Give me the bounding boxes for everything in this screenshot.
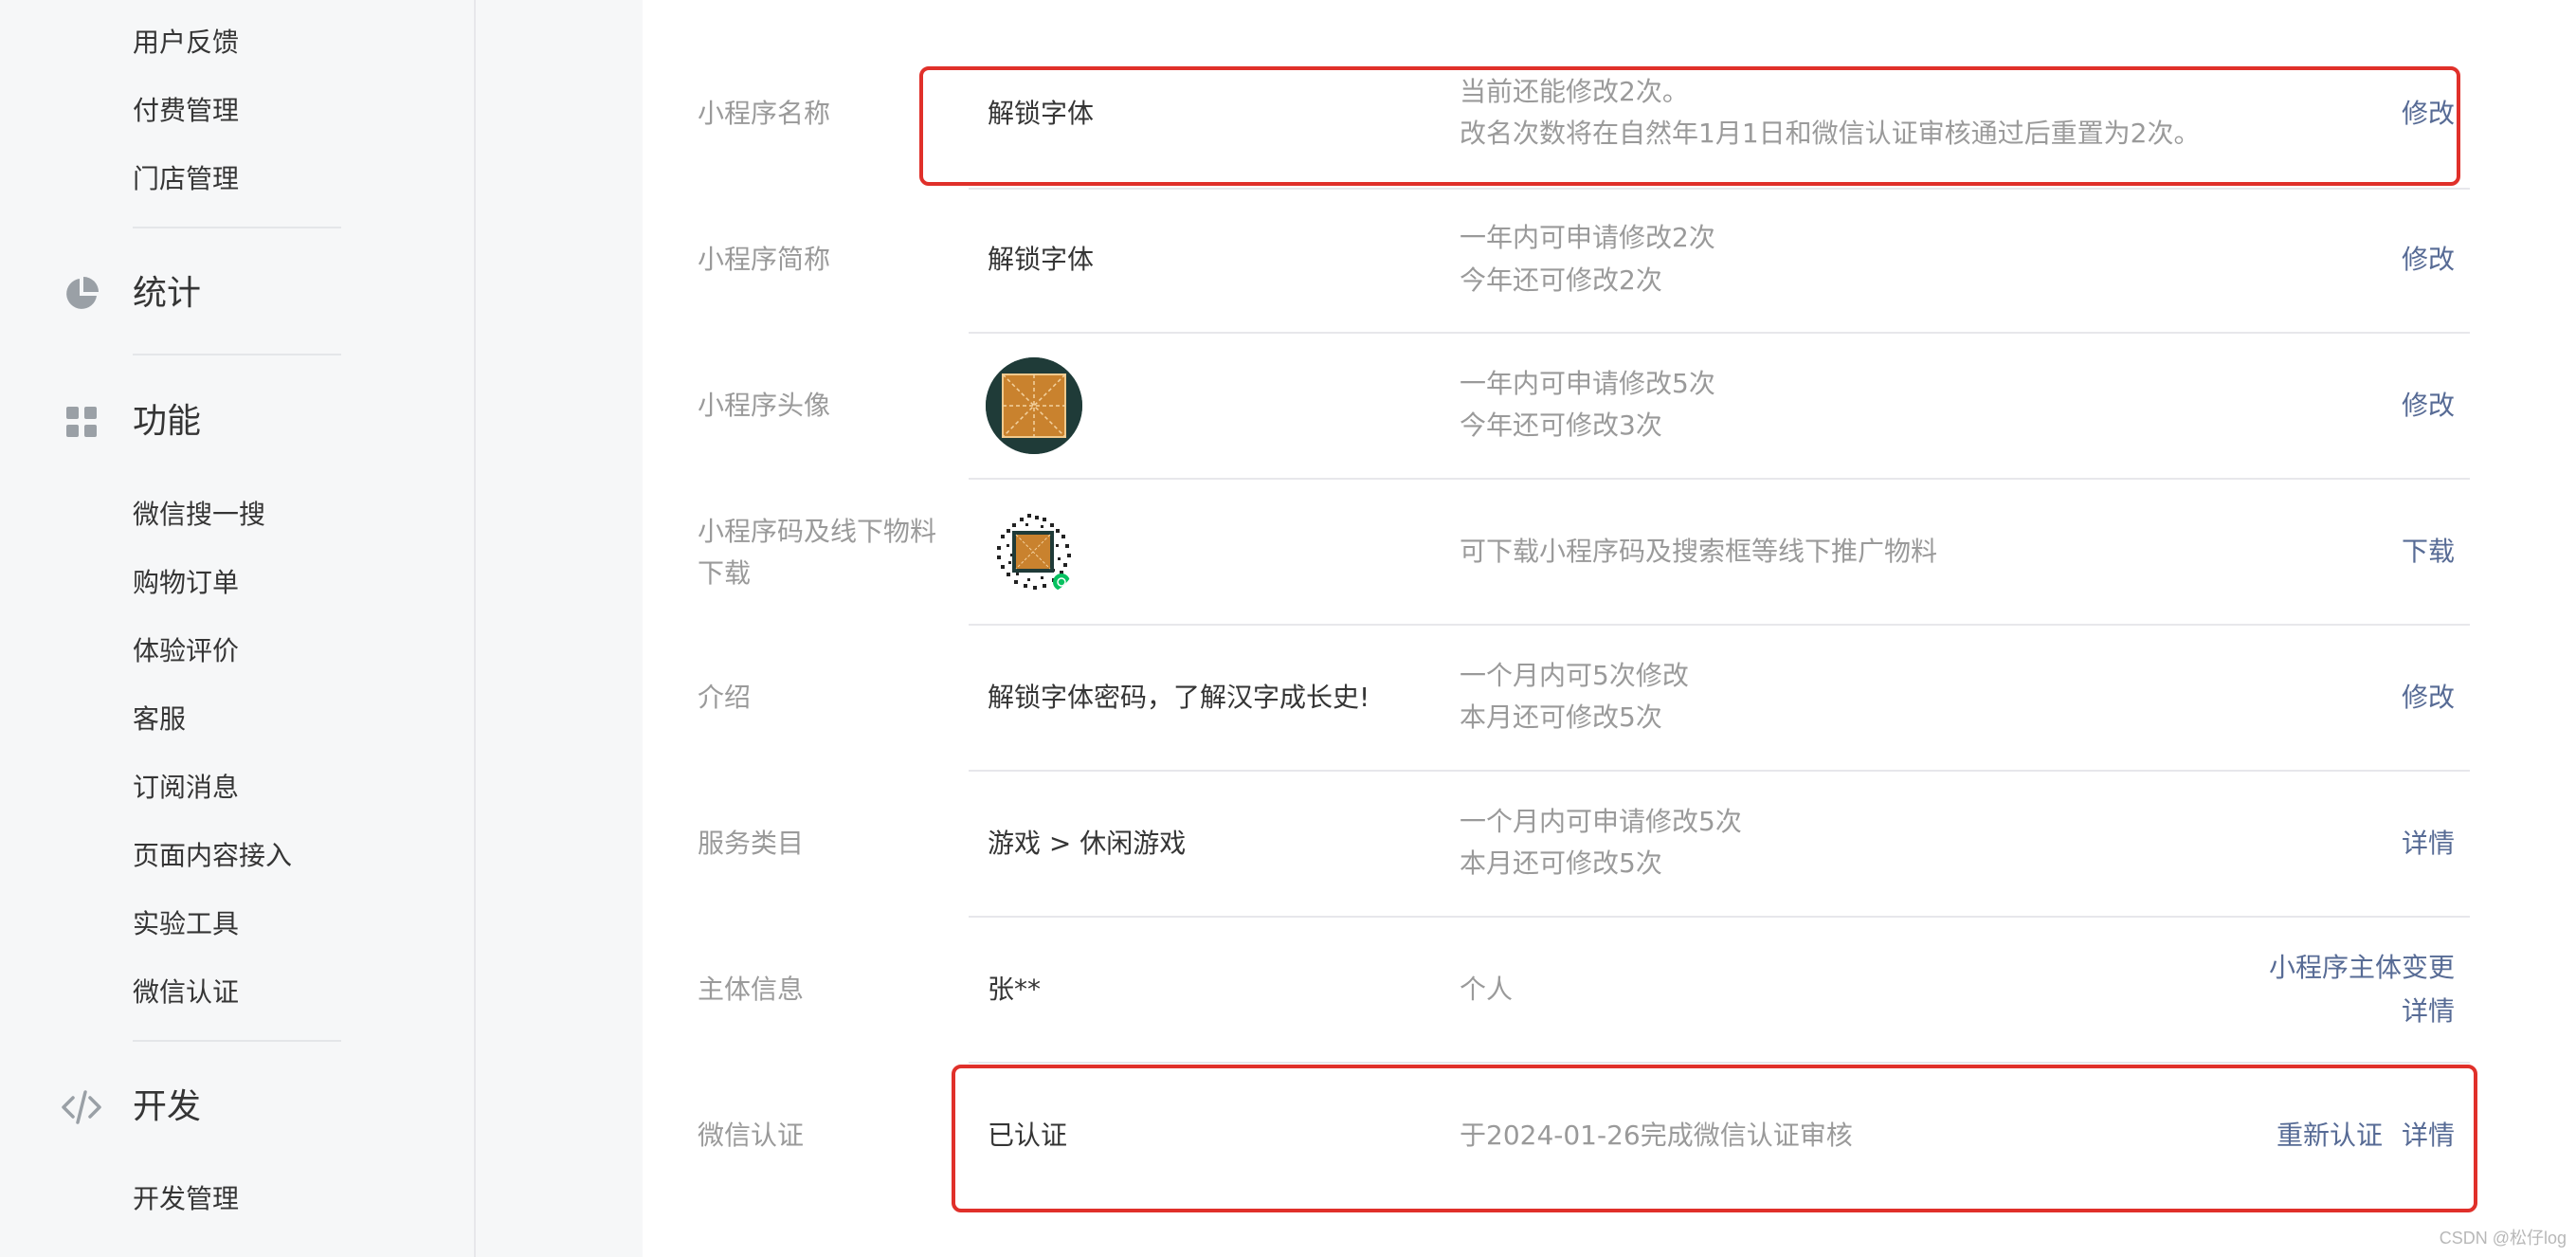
row-desc-line1: 一个月内可申请修改5次 [1460,806,1742,837]
sidebar-section-features[interactable]: 功能 [61,401,201,443]
mini-program-avatar [986,357,1082,454]
sidebar-section-label: 功能 [133,402,202,441]
row-desc-line1: 一个月内可5次修改 [1460,660,1689,691]
entity-change-link[interactable]: 小程序主体变更 [2269,946,2455,990]
sidebar-section-label: 开发 [133,1087,202,1126]
category-detail-link[interactable]: 详情 [2402,822,2455,865]
sidebar-section-label: 统计 [133,274,202,313]
sidebar-item-payment[interactable]: 付费管理 [133,94,239,128]
row-desc: 可下载小程序码及搜索框等线下推广物料 [1460,536,1938,567]
entity-detail-link[interactable]: 详情 [2402,990,2455,1033]
sidebar-divider [133,1040,341,1042]
entity-actions: 小程序主体变更 详情 [2269,946,2455,1033]
sidebar-item-wechat-search[interactable]: 微信搜一搜 [133,498,265,532]
mini-program-code [988,506,1079,597]
edit-avatar-link[interactable]: 修改 [2402,384,2455,428]
row-label: 介绍 [698,682,752,713]
sidebar: 用户反馈 付费管理 门店管理 统计 功能 微信搜一搜 购物订单 体验评价 客服 … [0,0,474,1257]
content-gutter [476,0,643,1257]
sidebar-divider [133,227,341,228]
row-label: 小程序头像 [698,390,831,421]
row-desc-line2: 本月还可修改5次 [1460,701,1662,733]
sidebar-item-user-feedback[interactable]: 用户反馈 [133,26,239,60]
row-value: 解锁字体 [988,244,1095,275]
row-short-name: 小程序简称 解锁字体 一年内可申请修改2次 今年还可修改2次 修改 [643,190,2493,334]
sidebar-section-stats[interactable]: 统计 [61,273,201,315]
row-label: 小程序名称 [698,98,831,129]
row-desc-line1: 一年内可申请修改5次 [1460,368,1715,399]
code-icon [61,1086,102,1128]
sidebar-item-reviews[interactable]: 体验评价 [133,634,239,668]
row-label: 微信认证 [698,1120,805,1151]
sidebar-divider [133,354,341,355]
row-label: 主体信息 [698,974,805,1005]
row-label: 服务类目 [698,828,805,859]
row-category: 服务类目 游戏 > 休闲游戏 一个月内可申请修改5次 本月还可修改5次 详情 [643,772,2493,916]
row-avatar: 小程序头像 一年内可申请修改5次 今年还可修改3次 修改 [643,334,2493,478]
download-link[interactable]: 下载 [2402,530,2455,574]
row-label-line2: 下载 [698,557,752,589]
sidebar-item-experiment-tools[interactable]: 实验工具 [133,907,239,941]
row-value: 张** [988,974,1042,1005]
sidebar-item-page-content[interactable]: 页面内容接入 [133,839,292,873]
row-entity: 主体信息 张** 个人 小程序主体变更 详情 [643,918,2493,1062]
sidebar-item-stores[interactable]: 门店管理 [133,162,239,196]
row-label: 小程序简称 [698,244,831,275]
sidebar-item-orders[interactable]: 购物订单 [133,566,239,600]
highlight-box-wechat-auth [952,1065,2477,1212]
sidebar-item-dev-management[interactable]: 开发管理 [133,1182,239,1216]
sidebar-item-subscribe-messages[interactable]: 订阅消息 [133,771,239,805]
edit-intro-link[interactable]: 修改 [2402,676,2455,720]
pie-chart-icon [61,273,102,315]
grid-icon [61,401,102,443]
row-qrcode: 小程序码及线下物料 下载 可下载小程序码及搜索框等线下推广物料 下载 [643,480,2493,624]
sidebar-item-wechat-auth[interactable]: 微信认证 [133,975,239,1010]
row-desc: 个人 [1460,974,1514,1005]
row-intro: 介绍 解锁字体密码，了解汉字成长史! 一个月内可5次修改 本月还可修改5次 修改 [643,626,2493,770]
edit-short-name-link[interactable]: 修改 [2402,238,2455,282]
row-desc-line2: 今年还可修改3次 [1460,410,1662,441]
row-desc-line2: 本月还可修改5次 [1460,847,1662,879]
row-value: 游戏 > 休闲游戏 [988,828,1187,859]
row-value: 解锁字体密码，了解汉字成长史! [988,682,1370,713]
watermark: CSDN @松仔log [2439,1229,2567,1248]
highlight-box-name [919,66,2460,186]
main-content: 小程序名称 解锁字体 当前还能修改2次。 改名次数将在自然年1月1日和微信认证审… [643,0,2576,1257]
row-desc-line1: 一年内可申请修改2次 [1460,222,1715,253]
row-desc-line2: 今年还可修改2次 [1460,264,1662,296]
row-label-line1: 小程序码及线下物料 [698,516,937,547]
sidebar-item-customer-service[interactable]: 客服 [133,702,186,737]
sidebar-section-dev[interactable]: 开发 [61,1086,201,1128]
